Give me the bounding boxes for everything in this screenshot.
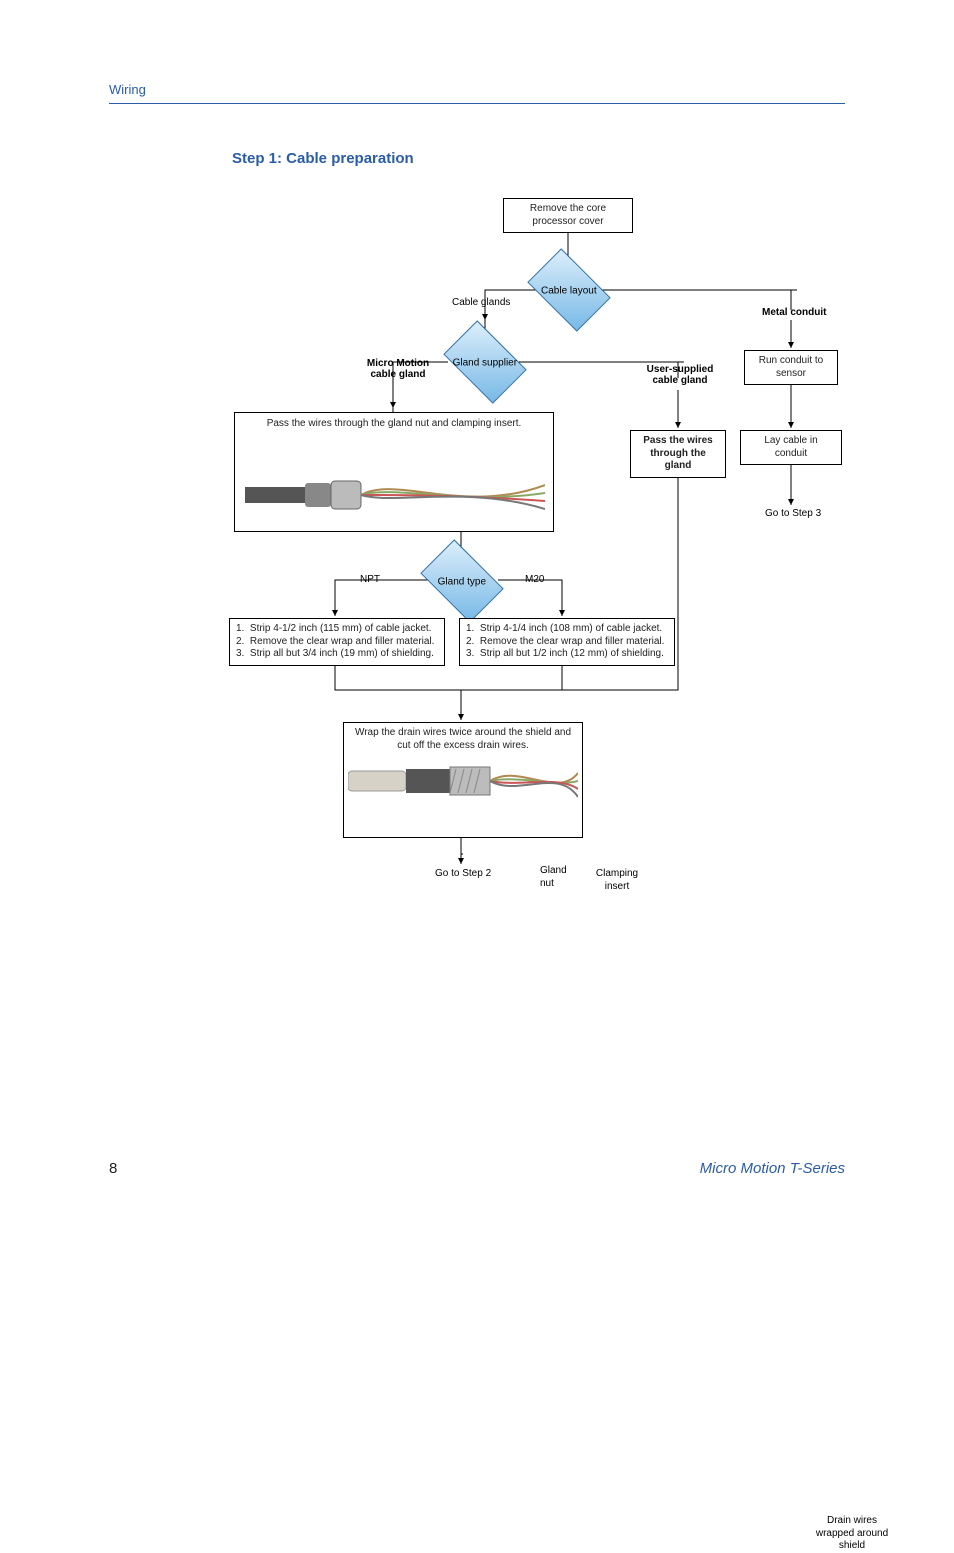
header-rule [109,103,845,104]
branch-npt: NPT [360,574,380,585]
decision-gland-supplier-label: Gland supplier [435,357,535,370]
npt-step-3: Strip all but 3/4 inch (19 mm) of shield… [250,648,434,659]
header-section: Wiring [109,82,845,101]
box-mm-pass-wires: Pass the wires through the gland nut and… [234,412,554,532]
branch-cable-glands: Cable glands [452,297,510,308]
cable-gland-illustration [245,465,545,525]
box-npt-steps: 1. Strip 4-1/2 inch (115 mm) of cable ja… [229,618,445,666]
decision-gland-supplier: Gland supplier [443,320,526,403]
callout-drain-wrapped: Drain wires wrapped around shield [812,1515,892,1553]
box-lay-cable: Lay cable in conduit [740,430,842,465]
callout-clamping-insert: Clamping insert [593,868,641,893]
page-number: 8 [109,1160,117,1177]
decision-gland-type-label: Gland type [412,576,512,589]
m20-step-1: Strip 4-1/4 inch (108 mm) of cable jacke… [480,623,662,634]
branch-user-gland: User-supplied cable gland [645,364,715,386]
box-user-pass-wires: Pass the wires through the gland [630,430,726,478]
doc-title: Micro Motion T-Series [700,1160,845,1177]
goto-step-3: Go to Step 3 [765,508,821,519]
branch-metal-conduit: Metal conduit [762,307,826,318]
branch-mm-gland: Micro Motion cable gland [358,358,438,380]
goto-step-2: Go to Step 2 [435,868,491,879]
drain-wrap-illustration [348,757,578,809]
decision-cable-layout: Cable layout [527,248,610,331]
callout-gland-nut: Gland nut [540,865,567,890]
mm-pass-text: Pass the wires through the gland nut and… [243,418,545,431]
branch-m20: M20 [525,574,544,585]
m20-step-3: Strip all but 1/2 inch (12 mm) of shield… [480,648,664,659]
step-start: Remove the core processor cover [503,198,633,233]
npt-step-2: Remove the clear wrap and filler materia… [250,636,435,647]
step-title: Step 1: Cable preparation [232,150,414,167]
box-run-conduit: Run conduit to sensor [744,350,838,385]
wrap-text: Wrap the drain wires twice around the sh… [350,727,576,752]
decision-cable-layout-label: Cable layout [519,285,619,298]
m20-step-2: Remove the clear wrap and filler materia… [480,636,665,647]
box-m20-steps: 1. Strip 4-1/4 inch (108 mm) of cable ja… [459,618,675,666]
box-wrap-drain: Wrap the drain wires twice around the sh… [343,722,583,838]
npt-step-1: Strip 4-1/2 inch (115 mm) of cable jacke… [250,623,432,634]
decision-gland-type: Gland type [420,539,503,622]
